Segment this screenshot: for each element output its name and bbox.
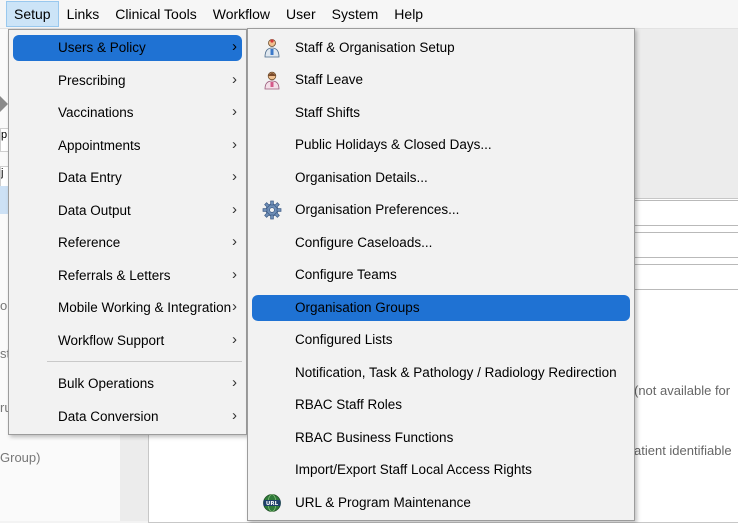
- setup-item-workflow-support[interactable]: Workflow Support ›: [13, 328, 242, 354]
- background-text: Group): [0, 450, 41, 465]
- svg-text:URL: URL: [266, 501, 279, 507]
- gear-icon: [262, 200, 282, 220]
- menu-bar: Setup Links Clinical Tools Workflow User…: [0, 0, 738, 29]
- menu-help[interactable]: Help: [386, 1, 431, 27]
- submenu-item-staff-leave[interactable]: Staff Leave: [252, 67, 630, 93]
- setup-item-data-output[interactable]: Data Output ›: [13, 198, 242, 224]
- submenu-item-configure-caseloads[interactable]: Configure Caseloads...: [252, 230, 630, 256]
- chevron-right-icon: ›: [232, 298, 237, 315]
- background-input: [632, 264, 738, 290]
- submenu-item-rbac-staff-roles[interactable]: RBAC Staff Roles: [252, 392, 630, 418]
- chevron-right-icon: ›: [232, 103, 237, 120]
- setup-item-mobile-working[interactable]: Mobile Working & Integration ›: [13, 295, 242, 321]
- menu-separator: [47, 361, 242, 362]
- url-globe-icon: URL: [263, 494, 281, 512]
- chevron-right-icon: ›: [232, 233, 237, 250]
- chevron-right-icon: ›: [232, 136, 237, 153]
- background-text: (not available for: [634, 383, 731, 398]
- chevron-right-icon: ›: [232, 266, 237, 283]
- submenu-item-notification-redirection[interactable]: Notification, Task & Pathology / Radiolo…: [252, 360, 630, 386]
- submenu-item-staff-org-setup[interactable]: Staff & Organisation Setup: [252, 35, 630, 61]
- setup-item-data-conversion[interactable]: Data Conversion ›: [13, 404, 242, 430]
- submenu-item-organisation-details[interactable]: Organisation Details...: [252, 165, 630, 191]
- setup-item-referrals-letters[interactable]: Referrals & Letters ›: [13, 263, 242, 289]
- setup-item-users-policy[interactable]: Users & Policy ›: [13, 35, 242, 61]
- setup-dropdown-menu: Users & Policy › Prescribing › Vaccination…: [8, 29, 247, 435]
- chevron-right-icon: ›: [232, 71, 237, 88]
- setup-item-vaccinations[interactable]: Vaccinations ›: [13, 100, 242, 126]
- menu-user[interactable]: User: [278, 1, 324, 27]
- setup-item-reference[interactable]: Reference ›: [13, 230, 242, 256]
- menu-workflow[interactable]: Workflow: [205, 1, 278, 27]
- setup-item-data-entry[interactable]: Data Entry ›: [13, 165, 242, 191]
- submenu-item-configure-teams[interactable]: Configure Teams: [252, 262, 630, 288]
- submenu-item-organisation-groups[interactable]: Organisation Groups: [252, 295, 630, 321]
- chevron-right-icon: ›: [232, 168, 237, 185]
- setup-item-appointments[interactable]: Appointments ›: [13, 133, 242, 159]
- staff-leave-icon: [264, 71, 280, 90]
- menu-clinical-tools[interactable]: Clinical Tools: [107, 1, 204, 27]
- staff-doctor-icon: [264, 39, 280, 58]
- submenu-item-url-program-maintenance[interactable]: URL URL & Program Maintenance: [252, 490, 630, 516]
- menu-setup[interactable]: Setup: [6, 1, 59, 27]
- submenu-item-import-export-access[interactable]: Import/Export Staff Local Access Rights: [252, 457, 630, 483]
- chevron-right-icon: ›: [232, 38, 237, 55]
- chevron-right-icon: ›: [232, 331, 237, 348]
- expand-arrow-icon: [0, 96, 8, 112]
- chevron-right-icon: ›: [232, 374, 237, 391]
- submenu-item-rbac-business-functions[interactable]: RBAC Business Functions: [252, 425, 630, 451]
- users-policy-submenu: Staff & Organisation Setup Staff Leave S…: [247, 28, 635, 521]
- submenu-item-public-holidays[interactable]: Public Holidays & Closed Days...: [252, 132, 630, 158]
- submenu-item-staff-shifts[interactable]: Staff Shifts: [252, 100, 630, 126]
- chevron-right-icon: ›: [232, 201, 237, 218]
- background-input: [632, 232, 738, 258]
- setup-item-bulk-operations[interactable]: Bulk Operations ›: [13, 371, 242, 397]
- setup-item-prescribing[interactable]: Prescribing ›: [13, 68, 242, 94]
- submenu-item-configured-lists[interactable]: Configured Lists: [252, 327, 630, 353]
- background-input: [632, 200, 738, 226]
- chevron-right-icon: ›: [232, 407, 237, 424]
- submenu-item-organisation-preferences[interactable]: Organisation Preferences...: [252, 197, 630, 223]
- background-text: atient identifiable: [634, 443, 732, 458]
- menu-links[interactable]: Links: [59, 1, 108, 27]
- menu-system[interactable]: System: [324, 1, 387, 27]
